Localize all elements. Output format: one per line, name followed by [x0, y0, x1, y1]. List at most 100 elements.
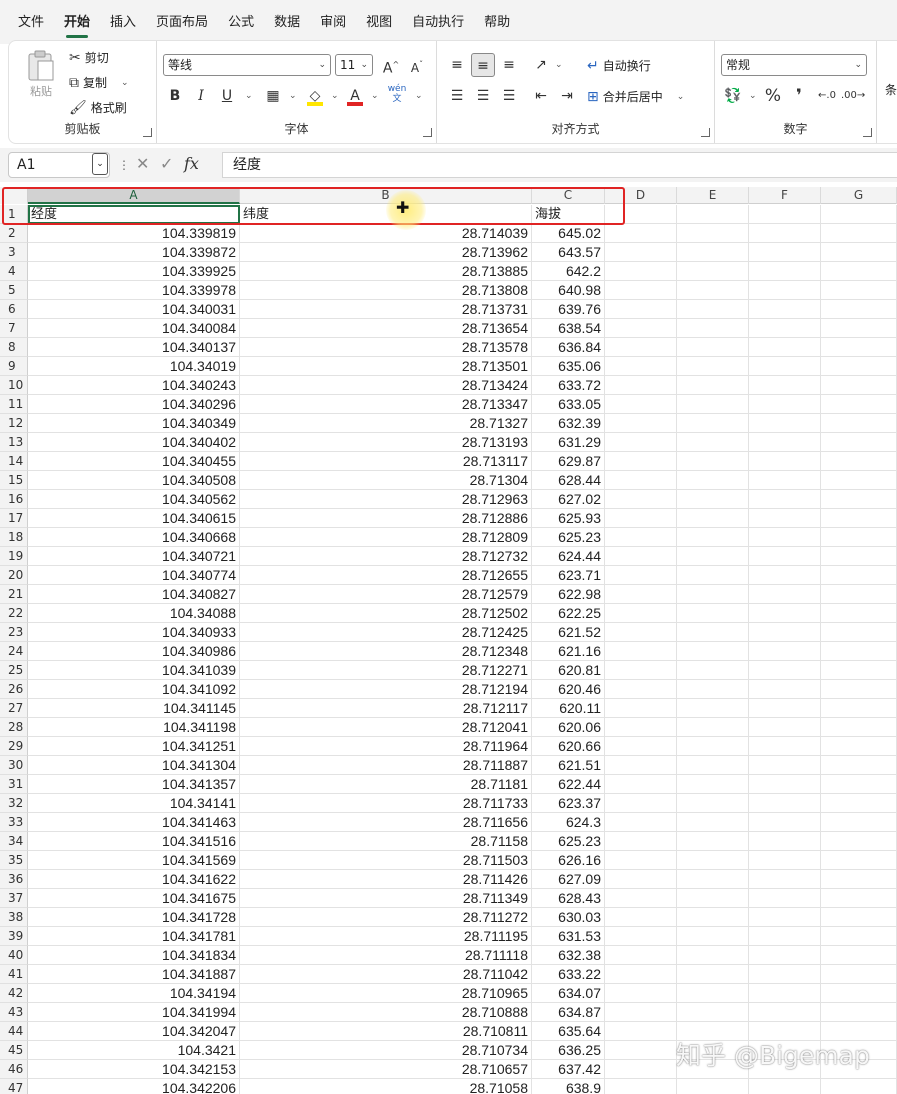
empty-cell[interactable]: [749, 547, 821, 566]
font-family-select[interactable]: 等线 ⌄: [163, 54, 331, 76]
empty-cell[interactable]: [677, 433, 749, 452]
empty-cell[interactable]: [749, 452, 821, 471]
data-cell[interactable]: 104.341251: [28, 737, 240, 756]
data-cell[interactable]: 639.76: [532, 300, 605, 319]
empty-cell[interactable]: [677, 528, 749, 547]
empty-cell[interactable]: [821, 832, 897, 851]
empty-cell[interactable]: [749, 490, 821, 509]
data-cell[interactable]: 620.66: [532, 737, 605, 756]
data-cell[interactable]: 28.711118: [240, 946, 532, 965]
row-header[interactable]: 31: [0, 775, 28, 794]
data-cell[interactable]: 104.341675: [28, 889, 240, 908]
row-header[interactable]: 41: [0, 965, 28, 984]
empty-cell[interactable]: [677, 851, 749, 870]
cut-button[interactable]: ✂ 剪切: [69, 49, 109, 66]
empty-cell[interactable]: [749, 528, 821, 547]
row-header[interactable]: 37: [0, 889, 28, 908]
increase-font-size-icon[interactable]: A^: [379, 53, 403, 77]
paste-button[interactable]: 粘贴: [23, 49, 59, 99]
empty-cell[interactable]: [821, 1079, 897, 1094]
row-header[interactable]: 19: [0, 547, 28, 566]
data-cell[interactable]: 104.340243: [28, 376, 240, 395]
empty-cell[interactable]: [821, 319, 897, 338]
empty-cell[interactable]: [821, 395, 897, 414]
row-header[interactable]: 14: [0, 452, 28, 471]
data-cell[interactable]: 104.341092: [28, 680, 240, 699]
data-cell[interactable]: 633.22: [532, 965, 605, 984]
empty-cell[interactable]: [677, 642, 749, 661]
empty-cell[interactable]: [677, 756, 749, 775]
data-cell[interactable]: 620.81: [532, 661, 605, 680]
column-header-g[interactable]: G: [821, 187, 897, 204]
data-cell[interactable]: 628.44: [532, 471, 605, 490]
align-middle-icon[interactable]: ≡: [471, 53, 495, 77]
data-cell[interactable]: 632.39: [532, 414, 605, 433]
empty-cell[interactable]: [677, 585, 749, 604]
empty-cell[interactable]: [821, 357, 897, 376]
italic-icon[interactable]: I: [189, 84, 213, 108]
data-cell[interactable]: 28.713654: [240, 319, 532, 338]
empty-cell[interactable]: [821, 623, 897, 642]
empty-cell[interactable]: [677, 1003, 749, 1022]
empty-cell[interactable]: [749, 357, 821, 376]
row-header[interactable]: 39: [0, 927, 28, 946]
empty-cell[interactable]: [749, 243, 821, 262]
empty-cell[interactable]: [605, 224, 677, 243]
data-cell[interactable]: 645.02: [532, 224, 605, 243]
empty-cell[interactable]: [677, 737, 749, 756]
empty-cell[interactable]: [605, 300, 677, 319]
percent-icon[interactable]: %: [761, 84, 785, 108]
chevron-down-icon[interactable]: ⌄: [371, 91, 379, 101]
data-cell[interactable]: 104.341198: [28, 718, 240, 737]
row-header[interactable]: 26: [0, 680, 28, 699]
chevron-down-icon[interactable]: ⌄: [555, 60, 563, 70]
empty-cell[interactable]: [677, 319, 749, 338]
empty-cell[interactable]: [677, 357, 749, 376]
empty-cell[interactable]: [605, 832, 677, 851]
data-cell[interactable]: 28.712579: [240, 585, 532, 604]
empty-cell[interactable]: [677, 490, 749, 509]
empty-cell[interactable]: [677, 775, 749, 794]
data-cell[interactable]: 28.711733: [240, 794, 532, 813]
data-cell[interactable]: 636.25: [532, 1041, 605, 1060]
empty-cell[interactable]: [605, 851, 677, 870]
empty-cell[interactable]: [821, 338, 897, 357]
align-top-icon[interactable]: ≡: [445, 53, 469, 77]
empty-cell[interactable]: [605, 775, 677, 794]
row-header[interactable]: 38: [0, 908, 28, 927]
data-cell[interactable]: 28.713962: [240, 243, 532, 262]
empty-cell[interactable]: [821, 718, 897, 737]
empty-cell[interactable]: [821, 376, 897, 395]
empty-cell[interactable]: [677, 471, 749, 490]
row-header[interactable]: 32: [0, 794, 28, 813]
empty-cell[interactable]: [749, 604, 821, 623]
data-cell[interactable]: 631.53: [532, 927, 605, 946]
row-header[interactable]: 42: [0, 984, 28, 1003]
empty-cell[interactable]: [677, 946, 749, 965]
data-cell[interactable]: 621.16: [532, 642, 605, 661]
empty-cell[interactable]: [821, 965, 897, 984]
empty-cell[interactable]: [605, 452, 677, 471]
data-cell[interactable]: 104.34194: [28, 984, 240, 1003]
increase-indent-icon[interactable]: ⇥: [555, 84, 579, 108]
empty-cell[interactable]: [677, 604, 749, 623]
data-cell[interactable]: 642.2: [532, 262, 605, 281]
row-header[interactable]: 22: [0, 604, 28, 623]
empty-cell[interactable]: [821, 756, 897, 775]
empty-cell[interactable]: [605, 889, 677, 908]
empty-cell[interactable]: [821, 452, 897, 471]
empty-cell[interactable]: [677, 870, 749, 889]
empty-cell[interactable]: [749, 965, 821, 984]
insert-function-icon[interactable]: fx: [184, 154, 199, 173]
empty-cell[interactable]: [605, 490, 677, 509]
empty-cell[interactable]: [749, 319, 821, 338]
header-cell[interactable]: 经度: [28, 205, 240, 224]
data-cell[interactable]: 28.712425: [240, 623, 532, 642]
data-cell[interactable]: 104.340508: [28, 471, 240, 490]
empty-cell[interactable]: [749, 775, 821, 794]
empty-cell[interactable]: [821, 680, 897, 699]
empty-cell[interactable]: [605, 414, 677, 433]
row-header[interactable]: 33: [0, 813, 28, 832]
empty-cell[interactable]: [605, 1060, 677, 1079]
data-cell[interactable]: 28.71327: [240, 414, 532, 433]
